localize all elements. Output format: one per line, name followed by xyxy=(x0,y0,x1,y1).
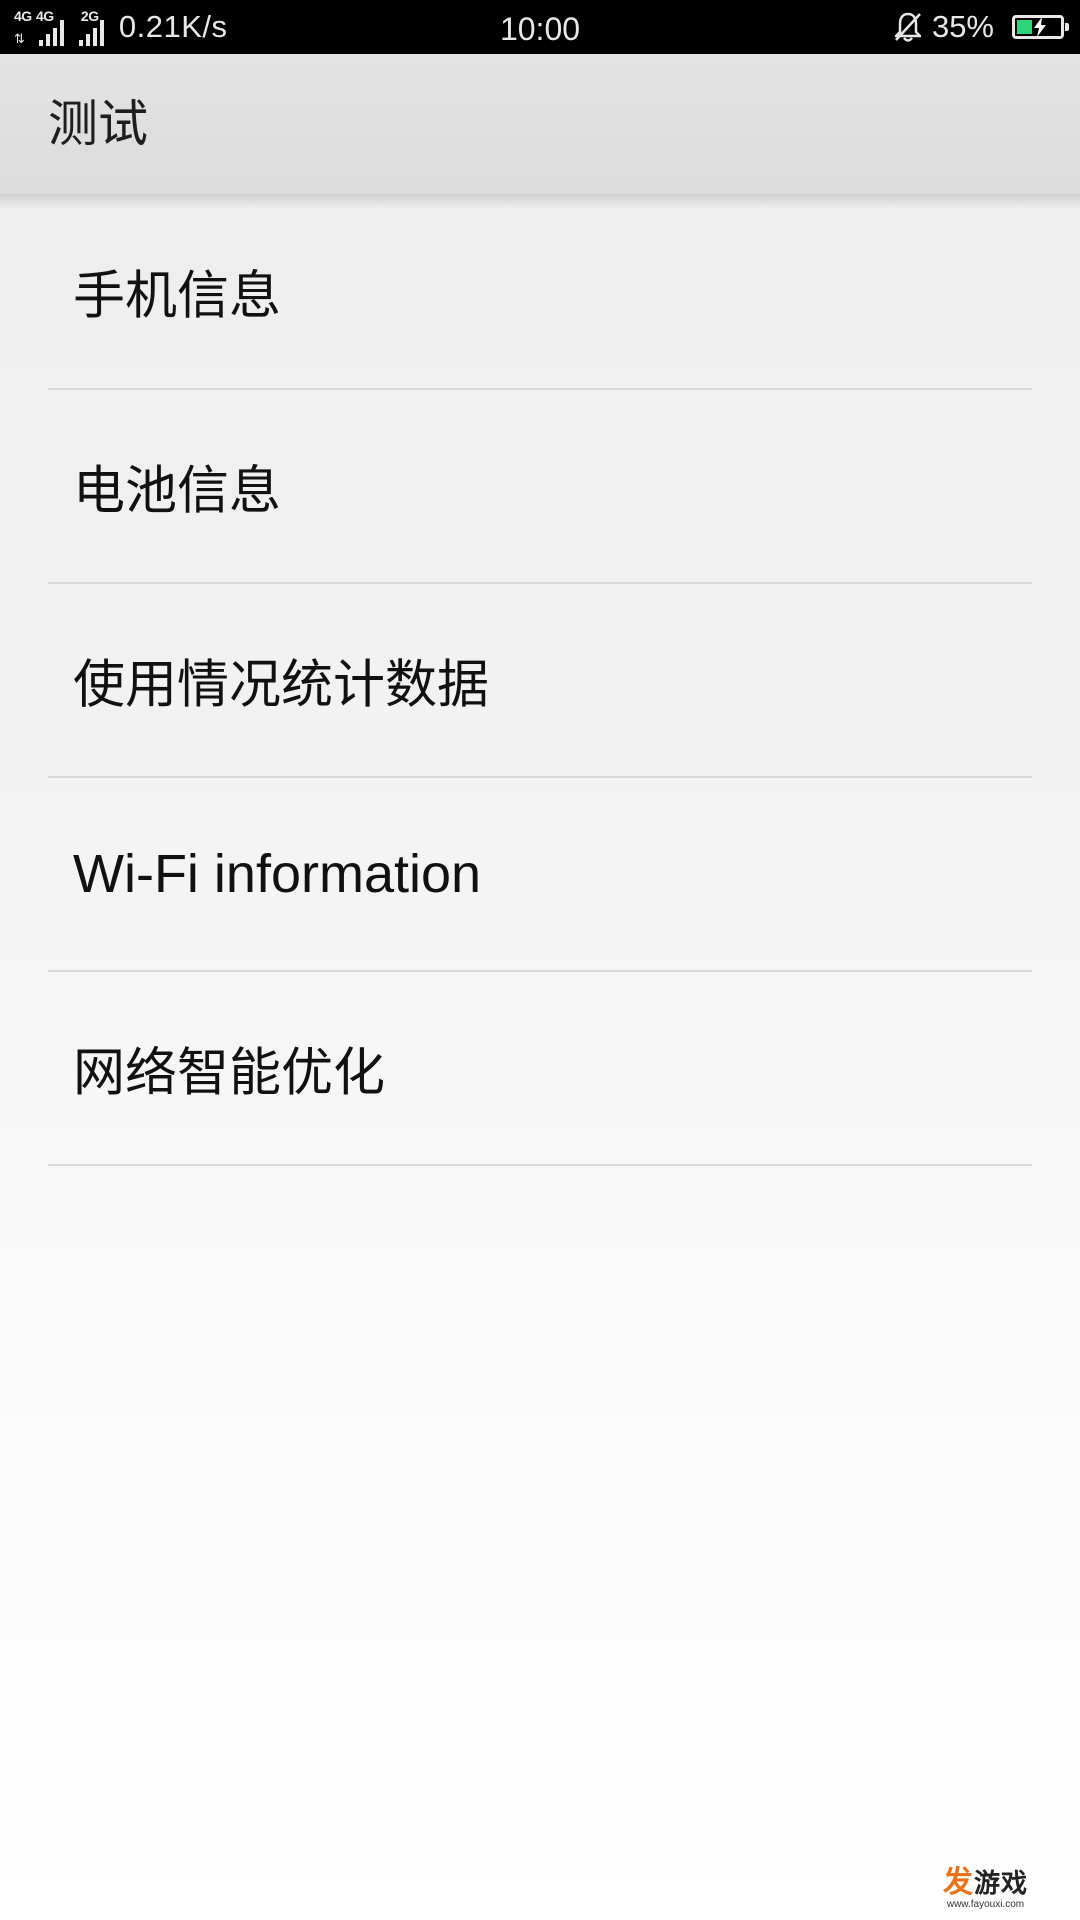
list-item-label: 使用情况统计数据 xyxy=(73,655,490,716)
list-item-label: 网络智能优化 xyxy=(73,1043,386,1104)
battery-percent: 35% xyxy=(931,9,994,44)
battery-tip xyxy=(1065,23,1069,31)
battery-level-fill xyxy=(1017,20,1032,34)
settings-list: 手机信息 电池信息 使用情况统计数据 Wi-Fi information 网络智… xyxy=(0,194,1080,1166)
action-bar: 测试 xyxy=(0,54,1080,194)
list-item-network-optimization[interactable]: 网络智能优化 xyxy=(48,972,1032,1166)
watermark-text: 发游戏 xyxy=(942,1865,1028,1900)
charging-bolt-icon xyxy=(1034,17,1046,37)
status-right: 35% xyxy=(892,0,1069,54)
list-item-wifi-information[interactable]: Wi-Fi information xyxy=(48,778,1032,972)
bell-muted-icon xyxy=(894,12,922,42)
list-item-battery-info[interactable]: 电池信息 xyxy=(48,390,1032,584)
list-item-label: Wi-Fi information xyxy=(73,844,482,904)
list-item-usage-statistics[interactable]: 使用情况统计数据 xyxy=(48,584,1032,778)
list-item-label: 手机信息 xyxy=(73,266,282,327)
list-item-label: 电池信息 xyxy=(73,461,282,522)
status-bar: ⇅ 4G 4G 2G 0.21K/s 10:00 35% xyxy=(0,0,1080,54)
watermark-url: www.fayouxi.com xyxy=(946,1899,1025,1910)
watermark-logo: 发游戏 www.fayouxi.com xyxy=(943,1857,1028,1910)
battery-charging-icon xyxy=(1012,15,1069,39)
list-item-phone-info[interactable]: 手机信息 xyxy=(48,194,1032,390)
page-title: 测试 xyxy=(48,95,148,153)
